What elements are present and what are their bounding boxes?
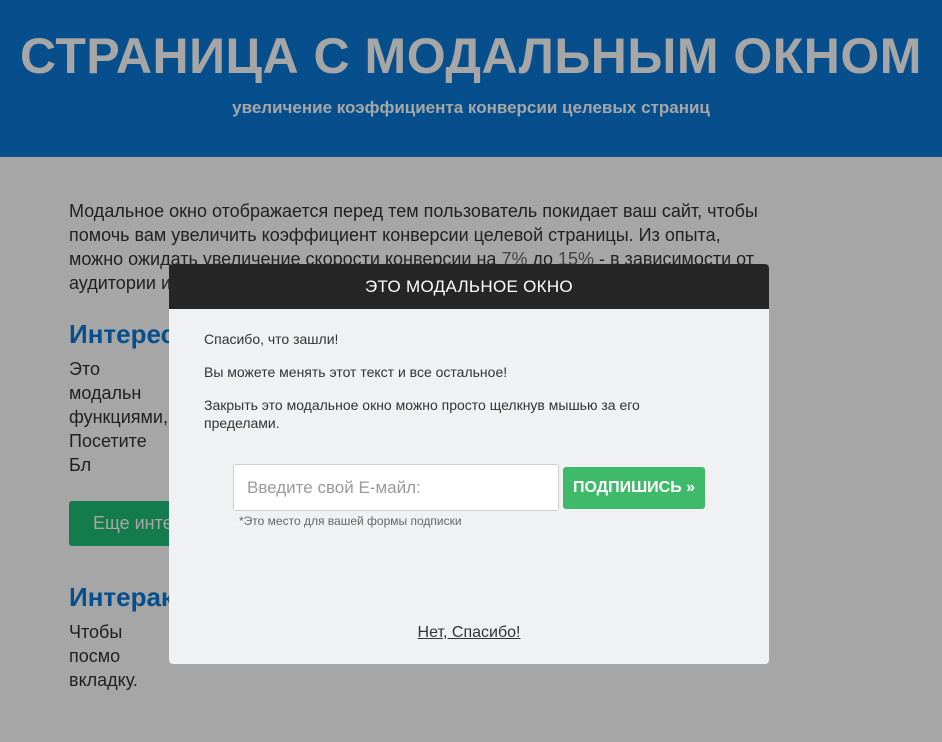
modal-thanks-text: Спасибо, что зашли! [204,331,339,347]
modal-header: ЭТО МОДАЛЬНОЕ ОКНО [169,264,769,309]
form-note: *Это место для вашей формы подписки [239,514,462,528]
exit-intent-modal: ЭТО МОДАЛЬНОЕ ОКНО Спасибо, что зашли! В… [169,264,769,664]
email-input[interactable] [233,464,559,511]
no-thanks-link[interactable]: Нет, Спасибо! [418,624,521,641]
subscribe-button[interactable]: ПОДПИШИСЬ » [563,467,705,509]
modal-close-hint: Закрыть это модальное окно можно просто … [204,397,640,431]
modal-edit-text: Вы можете менять этот текст и все осталь… [204,364,508,380]
no-thanks-container: Нет, Спасибо! [169,624,769,642]
modal-body: Спасибо, что зашли! Вы можете менять это… [204,330,724,447]
